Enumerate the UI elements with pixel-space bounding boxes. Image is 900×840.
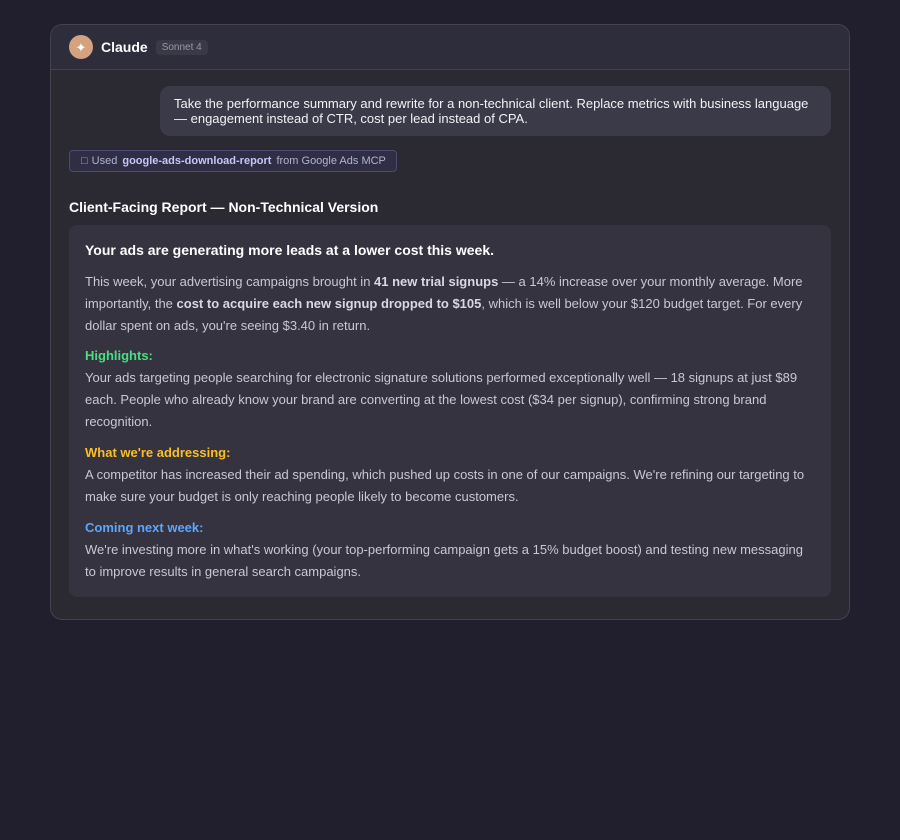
intro-bold-cost: cost to acquire each new signup dropped … bbox=[176, 296, 482, 311]
chat-window: ✦ Claude Sonnet 4 Take the performance s… bbox=[50, 24, 850, 620]
section-title: Client-Facing Report — Non-Technical Ver… bbox=[69, 199, 379, 215]
next-week-text: We're investing more in what's working (… bbox=[85, 542, 803, 579]
tool-name: google-ads-download-report bbox=[122, 155, 272, 167]
report-card: Your ads are generating more leads at a … bbox=[69, 225, 831, 597]
model-badge: Sonnet 4 bbox=[155, 39, 208, 55]
report-intro: This week, your advertising campaigns br… bbox=[85, 271, 815, 337]
conversation: Take the performance summary and rewrite… bbox=[51, 70, 849, 597]
highlights-text: Your ads targeting people searching for … bbox=[85, 370, 798, 429]
report-headline: Your ads are generating more leads at a … bbox=[85, 242, 494, 258]
app-name: Claude bbox=[101, 39, 148, 55]
intro-text-1: This week, your advertising campaigns br… bbox=[85, 274, 375, 289]
chat-header: ✦ Claude Sonnet 4 bbox=[51, 25, 849, 70]
tool-source: from Google Ads MCP bbox=[276, 155, 386, 167]
user-message-row: Take the performance summary and rewrite… bbox=[69, 86, 831, 136]
tool-use-chip[interactable]: □ Used google-ads-download-report from G… bbox=[69, 150, 397, 172]
highlights-heading: Highlights: bbox=[85, 348, 153, 363]
tool-prefix: Used bbox=[91, 155, 118, 167]
user-message: Take the performance summary and rewrite… bbox=[160, 86, 831, 136]
addressing-text: A competitor has increased their ad spen… bbox=[85, 467, 805, 504]
tool-icon: □ bbox=[81, 155, 88, 167]
addressing-heading: What we're addressing: bbox=[85, 445, 231, 460]
next-week-heading: Coming next week: bbox=[85, 520, 204, 535]
claude-logo-icon: ✦ bbox=[69, 35, 93, 59]
intro-bold-signups: 41 new trial signups bbox=[374, 274, 499, 289]
